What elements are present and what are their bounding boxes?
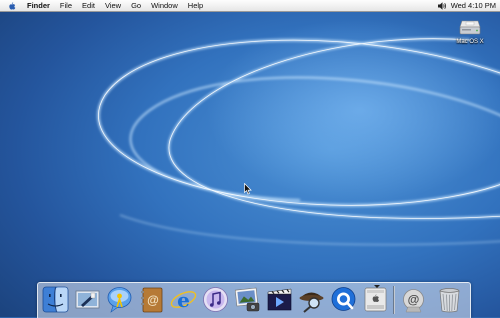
dock-item-ichat[interactable] <box>105 285 134 314</box>
dock-item-system-preferences[interactable] <box>361 285 390 314</box>
internet-explorer-icon: e <box>170 288 197 312</box>
iphoto-icon <box>234 287 260 312</box>
quicktime-icon <box>331 287 356 311</box>
hard-drive-icon <box>459 17 481 37</box>
dock-item-quicktime[interactable] <box>329 285 358 314</box>
volume-icon[interactable] <box>437 1 447 10</box>
imovie-icon <box>267 288 292 311</box>
dock-item-address-book[interactable]: @ <box>137 285 166 314</box>
desktop-drive[interactable]: Mac OS X <box>450 17 490 45</box>
dock-item-mail[interactable] <box>73 285 102 314</box>
mouse-pointer <box>244 182 252 195</box>
menu-file[interactable]: File <box>55 0 77 11</box>
finder-icon <box>42 286 69 313</box>
menu-finder[interactable]: Finder <box>22 0 55 11</box>
dock-item-finder[interactable] <box>41 285 70 314</box>
menu-window[interactable]: Window <box>146 0 183 11</box>
dock-item-sherlock[interactable] <box>297 285 326 314</box>
dock-separator <box>393 286 395 314</box>
address-book-icon: @ <box>141 287 163 313</box>
menu-go[interactable]: Go <box>126 0 146 11</box>
dock: @ e @ <box>37 282 471 318</box>
dock-item-itunes[interactable] <box>201 285 230 314</box>
menu-view[interactable]: View <box>100 0 126 11</box>
wallpaper-swirls <box>97 37 500 246</box>
trash-icon <box>439 288 460 313</box>
dock-item-iphoto[interactable] <box>233 285 262 314</box>
at-sign-icon: @ <box>403 289 424 313</box>
svg-text:e: e <box>177 288 190 312</box>
dock-item-url-link[interactable]: @ <box>399 285 428 314</box>
mail-icon <box>75 290 100 309</box>
desktop-wallpaper <box>0 0 500 317</box>
svg-text:@: @ <box>147 293 159 307</box>
menu-clock[interactable]: Wed 4:10 PM <box>451 0 496 11</box>
menu-help[interactable]: Help <box>183 0 208 11</box>
running-indicator <box>374 285 380 288</box>
apple-icon[interactable] <box>8 1 16 10</box>
itunes-icon <box>203 287 228 312</box>
dock-item-internet-explorer[interactable]: e <box>169 285 198 314</box>
dock-item-imovie[interactable] <box>265 285 294 314</box>
sherlock-icon <box>299 292 324 313</box>
ichat-icon <box>107 287 132 313</box>
dock-item-trash[interactable] <box>435 285 464 314</box>
system-preferences-icon <box>364 287 387 312</box>
menu-bar: Finder File Edit View Go Window Help Wed… <box>0 0 500 12</box>
menu-edit[interactable]: Edit <box>77 0 100 11</box>
svg-text:@: @ <box>408 293 420 307</box>
drive-label: Mac OS X <box>456 39 484 45</box>
